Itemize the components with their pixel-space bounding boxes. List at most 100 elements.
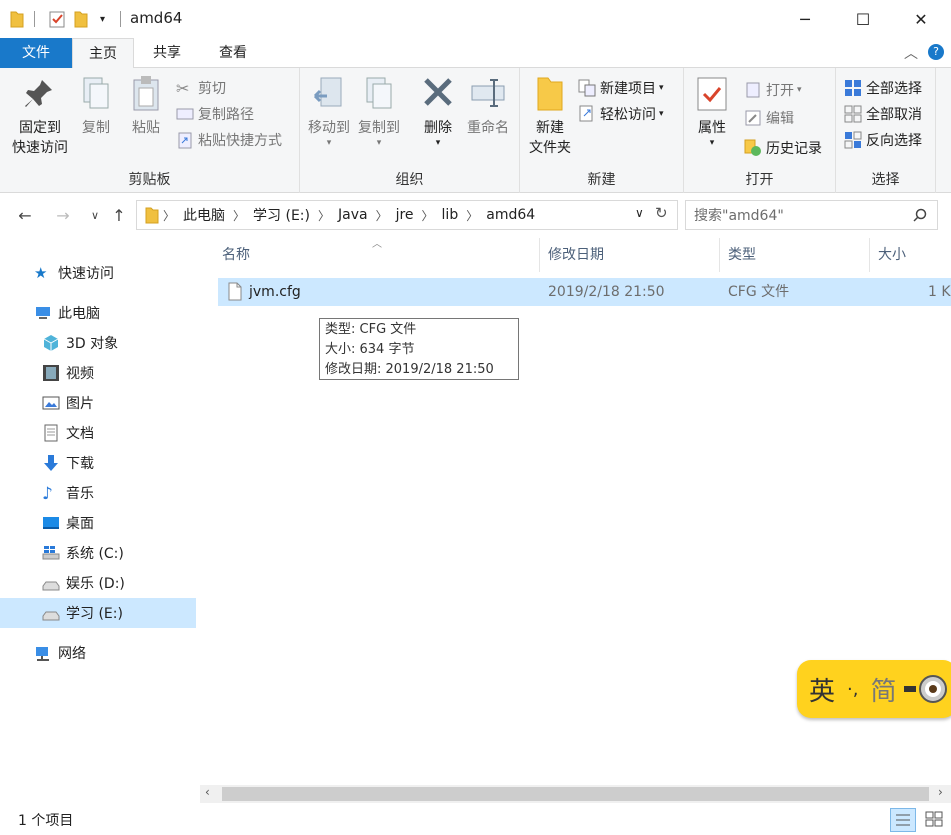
maximize-button[interactable]: ☐	[834, 0, 892, 38]
nav-music[interactable]: ♪ 音乐	[42, 478, 94, 508]
details-view-icon[interactable]	[890, 808, 916, 832]
navigation-row: ← → ∨ ↑ 〉 此电脑 〉 学习 (E:) 〉 Java 〉 jre 〉 l…	[0, 200, 951, 232]
new-item-icon	[578, 79, 596, 97]
search-icon[interactable]	[913, 208, 927, 222]
ime-language-toggle[interactable]: 英	[809, 671, 835, 708]
back-arrow-icon[interactable]: ←	[14, 204, 36, 226]
history-button[interactable]: 历史记录	[744, 136, 822, 160]
scroll-right-icon[interactable]: ›	[938, 785, 943, 799]
status-bar: 1 个项目	[0, 805, 951, 835]
breadcrumb-separator[interactable]: 〉	[466, 207, 478, 224]
ime-mode-toggle[interactable]: 简	[870, 671, 896, 708]
breadcrumb-separator[interactable]: 〉	[163, 207, 175, 224]
breadcrumb-java[interactable]: Java	[338, 207, 368, 223]
open-button[interactable]: 打开 ▾	[744, 78, 802, 102]
pin-quick-access-button[interactable]: 固定到 快速访问	[8, 74, 72, 158]
delete-button[interactable]: 删除 ▾	[418, 74, 458, 148]
scroll-left-icon[interactable]: ‹	[205, 785, 210, 799]
nav-drive-e[interactable]: 学习 (E:)	[0, 598, 196, 628]
tab-view[interactable]: 查看	[202, 38, 264, 68]
address-dropdown-icon[interactable]: ∨	[635, 206, 644, 220]
address-bar[interactable]: 〉 此电脑 〉 学习 (E:) 〉 Java 〉 jre 〉 lib 〉 amd…	[136, 200, 678, 230]
customize-dropdown-icon[interactable]: ▾	[100, 9, 105, 29]
paste-shortcut-button[interactable]: 粘贴快捷方式	[176, 128, 282, 152]
open-label: 打开	[766, 83, 794, 99]
file-type: CFG 文件	[728, 284, 790, 300]
column-header-name[interactable]: 名称	[214, 238, 540, 272]
breadcrumb-separator[interactable]: 〉	[422, 207, 434, 224]
refresh-icon[interactable]: ↻	[655, 204, 668, 222]
tooltip-type: 类型: CFG 文件	[325, 322, 417, 337]
copy-to-button[interactable]: 复制到 ▾	[356, 74, 402, 148]
new-item-button[interactable]: 新建项目 ▾	[578, 76, 664, 100]
horizontal-scrollbar[interactable]: ‹ ›	[200, 785, 951, 803]
breadcrumb-separator[interactable]: 〉	[233, 207, 245, 224]
nav-drive-d[interactable]: 娱乐 (D:)	[42, 568, 125, 598]
properties-quick-icon[interactable]	[48, 9, 66, 29]
column-header-modified[interactable]: 修改日期	[540, 238, 720, 272]
select-none-button[interactable]: 全部取消	[844, 102, 922, 126]
select-all-label: 全部选择	[866, 81, 922, 97]
minimize-button[interactable]: ─	[776, 0, 834, 38]
scrollbar-thumb[interactable]	[222, 787, 929, 801]
new-folder-quick-icon[interactable]	[74, 9, 88, 29]
nav-3d-objects[interactable]: 3D 对象	[42, 328, 118, 358]
select-all-button[interactable]: 全部选择	[844, 76, 922, 100]
search-input[interactable]: 搜索"amd64"	[685, 200, 938, 230]
forward-arrow-icon[interactable]: →	[52, 204, 74, 226]
easy-access-button[interactable]: 轻松访问 ▾	[578, 102, 664, 126]
breadcrumb-amd64[interactable]: amd64	[486, 207, 535, 223]
nav-downloads[interactable]: 下载	[42, 448, 94, 478]
breadcrumb-drive-e[interactable]: 学习 (E:)	[253, 205, 310, 225]
edit-button[interactable]: 编辑	[744, 106, 794, 130]
pin-icon	[25, 80, 52, 107]
column-header-size[interactable]: 大小	[870, 238, 951, 272]
nav-network[interactable]: 网络	[34, 638, 86, 668]
item-count: 1 个项目	[18, 813, 74, 829]
ime-toolbar[interactable]: 英 ·, 简	[797, 660, 951, 718]
ime-divider	[904, 686, 917, 692]
separator	[34, 11, 35, 27]
invert-selection-button[interactable]: 反向选择	[844, 128, 922, 152]
breadcrumb-jre[interactable]: jre	[396, 207, 414, 223]
ime-punctuation-toggle[interactable]: ·,	[847, 679, 858, 700]
table-row[interactable]: jvm.cfg 2019/2/18 21:50 CFG 文件 1 K	[218, 278, 951, 306]
film-icon	[43, 365, 59, 381]
breadcrumb-separator[interactable]: 〉	[318, 207, 330, 224]
tab-file[interactable]: 文件	[0, 38, 72, 68]
nav-videos[interactable]: 视频	[42, 358, 94, 388]
nav-quick-access[interactable]: ★ 快速访问	[34, 258, 114, 288]
up-arrow-icon[interactable]: ↑	[108, 204, 130, 226]
breadcrumb-separator[interactable]: 〉	[376, 207, 388, 224]
properties-button[interactable]: 属性 ▾	[690, 74, 734, 148]
rename-icon	[471, 79, 505, 107]
nav-desktop[interactable]: 桌面	[42, 508, 94, 538]
help-icon[interactable]: ?	[928, 44, 944, 60]
file-name: jvm.cfg	[249, 284, 301, 300]
nav-this-pc[interactable]: 此电脑	[34, 298, 100, 328]
close-button[interactable]: ✕	[892, 0, 950, 38]
large-icons-view-icon[interactable]	[922, 808, 946, 832]
copy-button[interactable]: 复制	[76, 74, 116, 138]
edit-label: 编辑	[766, 111, 794, 127]
tab-share[interactable]: 共享	[136, 38, 198, 68]
copy-path-button[interactable]: 复制路径	[176, 102, 254, 126]
paste-button[interactable]: 粘贴	[126, 74, 166, 138]
move-to-button[interactable]: 移动到 ▾	[306, 74, 352, 148]
nav-drive-c[interactable]: 系统 (C:)	[42, 538, 124, 568]
paste-icon	[133, 76, 159, 111]
breadcrumb-lib[interactable]: lib	[442, 207, 459, 223]
new-folder-button[interactable]: 新建 文件夹	[526, 74, 574, 158]
open-group-label: 打开	[745, 172, 774, 188]
collapse-ribbon-icon[interactable]: ︿	[904, 43, 918, 63]
recent-locations-icon[interactable]: ∨	[84, 204, 106, 226]
breadcrumb-this-pc[interactable]: 此电脑	[183, 205, 225, 225]
nav-documents[interactable]: 文档	[42, 418, 94, 448]
rename-button[interactable]: 重命名	[464, 74, 512, 138]
new-item-dropdown-icon: ▾	[659, 83, 664, 93]
cut-button[interactable]: ✂ 剪切	[176, 76, 226, 100]
column-header-type[interactable]: 类型	[720, 238, 870, 272]
tab-home[interactable]: 主页	[72, 38, 134, 69]
easy-access-dropdown-icon: ▾	[659, 109, 664, 119]
nav-pictures[interactable]: 图片	[42, 388, 94, 418]
